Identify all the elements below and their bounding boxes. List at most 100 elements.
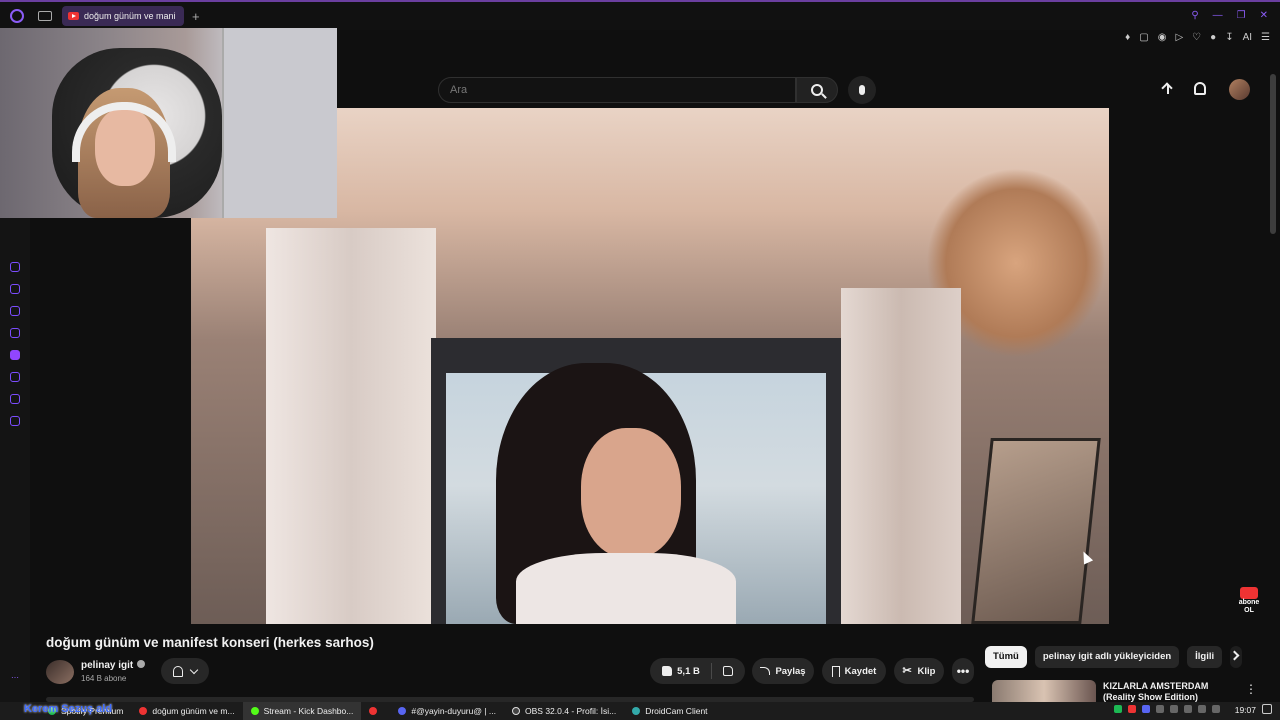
sidebar-player-icon[interactable] <box>10 306 20 316</box>
channel-name-text: pelinay igit <box>81 660 134 671</box>
like-icon[interactable] <box>662 666 673 676</box>
video-frame-curtain-right <box>841 288 961 624</box>
subscribe-watermark-text: abone OL <box>1238 599 1260 614</box>
notification-center-icon[interactable] <box>1262 704 1272 714</box>
kick-icon <box>250 707 259 715</box>
sidebar-clock-icon[interactable] <box>10 372 20 382</box>
new-tab-button[interactable]: + <box>192 9 200 24</box>
video-frame-person-shirt <box>516 553 736 624</box>
obs-icon <box>512 707 521 715</box>
share-button[interactable]: Paylaş <box>752 658 814 684</box>
video-frame-person-face <box>581 428 681 558</box>
user-avatar[interactable] <box>1229 79 1250 100</box>
sidebar-messenger-icon[interactable] <box>10 328 20 338</box>
sidebar-chat-icon[interactable] <box>10 394 20 404</box>
video-title: doğum günüm ve manifest konseri (herkes … <box>46 635 374 650</box>
maximize-button[interactable]: ❐ <box>1237 10 1246 21</box>
window-controls: ⚲ — ❐ ✕ <box>1191 10 1268 21</box>
taskbar-item-droidcam[interactable]: DroidCam Client <box>624 702 715 720</box>
heart-icon[interactable]: ♡ <box>1192 32 1201 43</box>
channel-name[interactable]: pelinay igit <box>81 660 146 671</box>
page-scrollbar[interactable] <box>1270 74 1276 234</box>
recommended-thumbnail[interactable] <box>992 680 1096 702</box>
recommended-title[interactable]: KIZLARLA AMSTERDAM (Reality Show Edition… <box>1103 681 1238 702</box>
scissors-icon: ✂ <box>902 665 912 677</box>
share-icon <box>760 667 771 675</box>
tray-app-icon[interactable] <box>1114 705 1122 713</box>
player-icon[interactable]: ▷ <box>1175 32 1183 43</box>
tray-app-icon[interactable] <box>1170 705 1178 713</box>
pin-icon[interactable]: ♦ <box>1125 32 1130 43</box>
record-icon <box>369 707 378 715</box>
chip-from-uploader[interactable]: pelinay igit adlı yükleyiciden <box>1034 646 1180 668</box>
recommended-more-icon[interactable]: ⋮ <box>1245 682 1257 696</box>
taskbar-item-label: OBS 32.0.4 - Profil: İsi... <box>525 706 617 716</box>
taskbar-item-recorder[interactable] <box>361 702 390 720</box>
clip-label: Klip <box>917 665 936 677</box>
webcam-wardrobe <box>222 28 337 218</box>
wifi-icon[interactable] <box>1198 705 1206 713</box>
like-count[interactable]: 5,1 B <box>677 666 700 677</box>
tray-app-icon[interactable] <box>1128 705 1136 713</box>
account-icon[interactable]: ● <box>1210 32 1216 43</box>
video-frame-mirror <box>971 438 1101 624</box>
subscribe-watermark[interactable]: abone OL <box>1236 587 1262 614</box>
save-button[interactable]: Kaydet <box>822 658 886 684</box>
youtube-logo-icon <box>1240 587 1258 599</box>
sidebar-settings-icon[interactable] <box>10 416 20 426</box>
notifications-icon[interactable] <box>1194 82 1206 95</box>
more-actions-button[interactable]: ••• <box>952 658 974 684</box>
chip-all[interactable]: Tümü <box>985 646 1027 668</box>
adblock-icon[interactable]: ◉ <box>1158 32 1167 43</box>
chip-related[interactable]: İlgili <box>1187 646 1223 668</box>
stream-alert-name: Kerem Sezuş ald <box>24 703 113 715</box>
search-button[interactable] <box>796 77 838 103</box>
search-icon <box>811 84 823 96</box>
subscription-bell-button[interactable] <box>161 658 209 684</box>
minimize-button[interactable]: — <box>1213 10 1223 21</box>
browser-tab-youtube[interactable]: doğum günüm ve mani <box>62 6 184 26</box>
dislike-icon[interactable] <box>722 666 733 676</box>
sidebar-more-icon[interactable]: ⋯ <box>11 673 19 682</box>
verified-icon <box>137 660 146 668</box>
tab-switcher-icon[interactable] <box>38 11 52 21</box>
ai-button[interactable]: AI <box>1243 32 1252 43</box>
youtube-favicon-icon <box>68 12 79 20</box>
download-icon[interactable]: ↧ <box>1225 32 1233 43</box>
taskbar-clock[interactable]: 19:07 <box>1235 705 1256 715</box>
tray-app-icon[interactable] <box>1184 705 1192 713</box>
voice-search-button[interactable] <box>848 76 876 104</box>
volume-icon[interactable] <box>1212 705 1220 713</box>
taskbar-item-obs[interactable]: OBS 32.0.4 - Profil: İsi... <box>504 702 624 720</box>
sidebar-twitch-icon[interactable] <box>10 350 20 360</box>
taskbar-item-label: doğum günüm ve m... <box>152 706 235 716</box>
system-tray <box>1114 705 1220 713</box>
channel-avatar[interactable] <box>46 660 74 684</box>
browser-toolbar: ♦ ▢ ◉ ▷ ♡ ● ↧ AI ☰ <box>1125 30 1270 44</box>
recommendation-chips: Tümü pelinay igit adlı yükleyiciden İlgi… <box>985 646 1243 668</box>
windows-taskbar: Spotify Premium doğum günüm ve m... Stre… <box>0 702 1280 720</box>
browser-icon <box>139 707 148 715</box>
subscriber-count: 164 B abone <box>81 674 127 683</box>
sidebar-extensions-icon[interactable] <box>10 284 20 294</box>
discord-icon <box>398 707 407 715</box>
taskbar-item-kick[interactable]: Stream - Kick Dashbo... <box>242 702 362 720</box>
taskbar-item-browser[interactable]: doğum günüm ve m... <box>131 702 242 720</box>
sidebar-history-icon[interactable] <box>10 262 20 272</box>
clip-button[interactable]: ✂ Klip <box>894 658 944 684</box>
snapshot-icon[interactable]: ▢ <box>1139 32 1148 43</box>
taskbar-item-discord[interactable]: #@yayin-duyuru@ | ... <box>390 702 504 720</box>
search-tabs-icon[interactable]: ⚲ <box>1191 10 1198 21</box>
opera-logo-icon[interactable] <box>10 9 24 23</box>
upload-icon[interactable] <box>1162 82 1174 98</box>
tray-app-icon[interactable] <box>1142 705 1150 713</box>
menu-icon[interactable]: ☰ <box>1261 32 1270 43</box>
droidcam-icon <box>632 707 641 715</box>
microphone-icon <box>859 85 865 95</box>
video-frame-curtain-left <box>266 228 436 624</box>
search-input[interactable]: Ara <box>438 77 796 103</box>
webcam-overlay <box>0 28 337 218</box>
tray-app-icon[interactable] <box>1156 705 1164 713</box>
close-window-button[interactable]: ✕ <box>1260 10 1268 21</box>
taskbar-item-label: Stream - Kick Dashbo... <box>263 706 354 716</box>
